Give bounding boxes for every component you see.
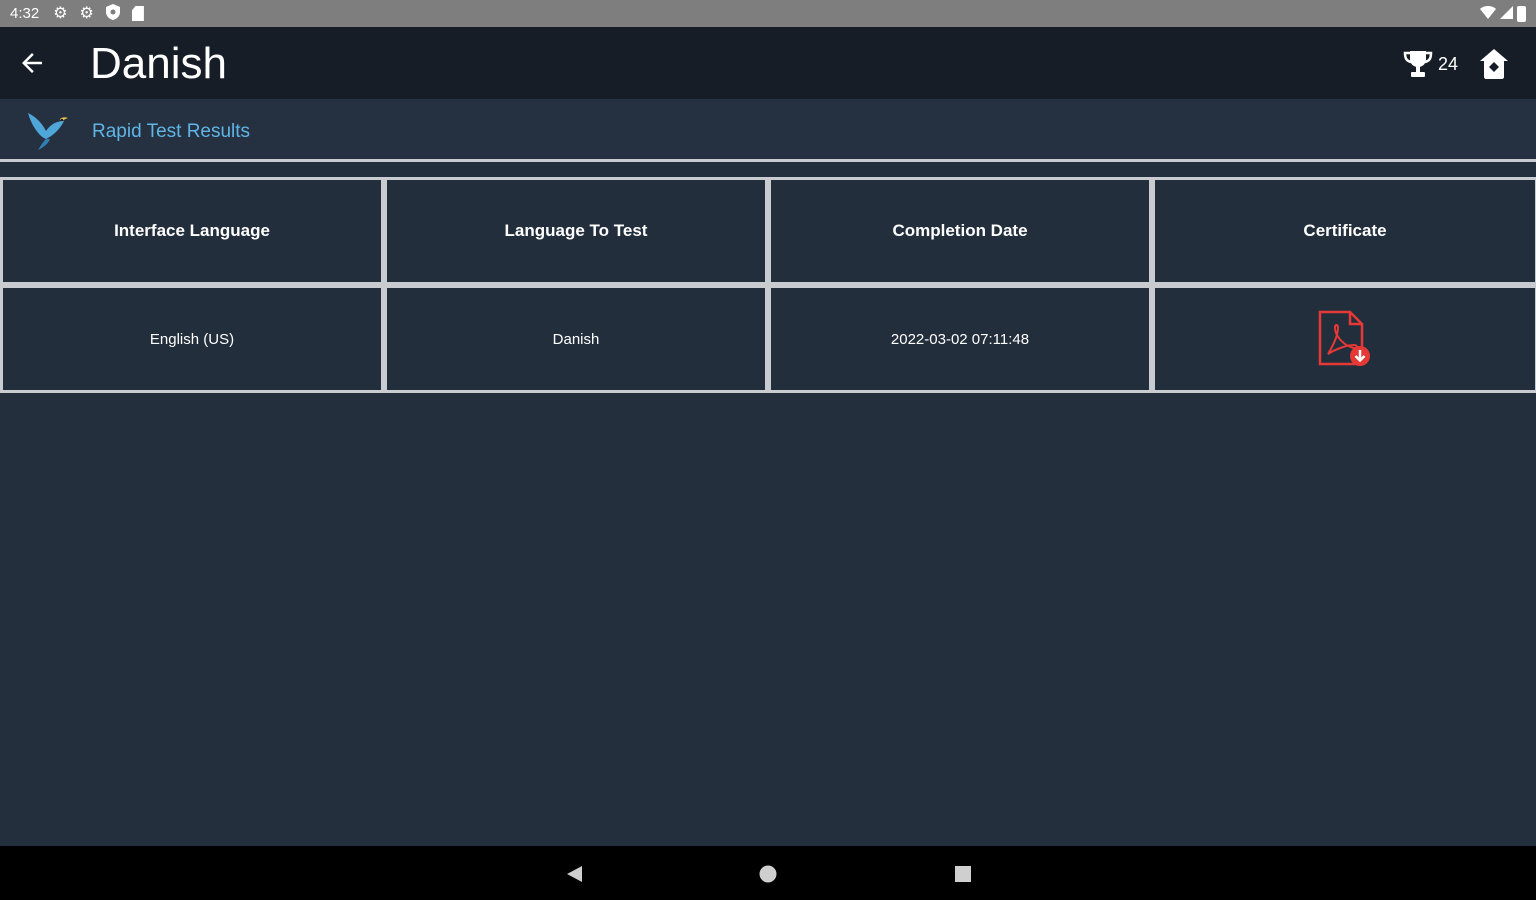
home-button[interactable]: [1476, 46, 1512, 82]
status-system-icons: [1480, 5, 1526, 22]
cell-language-to-test: Danish: [387, 288, 765, 390]
cell-interface-language: English (US): [3, 288, 381, 390]
app-screen: 4:32 ⚙ ⚙ Danish 24 Rapid Test Results In…: [0, 0, 1536, 900]
column-header-certificate: Certificate: [1155, 180, 1535, 282]
cell-certificate: [1155, 288, 1535, 390]
nav-home-button[interactable]: [754, 860, 782, 888]
status-time: 4:32: [10, 5, 40, 22]
column-header-interface-language: Interface Language: [3, 180, 381, 282]
subheader: Rapid Test Results: [0, 99, 1536, 159]
arrow-back-icon: [22, 53, 42, 73]
certificate-download-button[interactable]: [1316, 310, 1374, 368]
column-header-completion-date: Completion Date: [771, 180, 1149, 282]
settings-gear-icon: ⚙: [53, 4, 68, 22]
back-button[interactable]: [14, 45, 50, 81]
section-title: Rapid Test Results: [92, 121, 251, 142]
triangle-back-icon: [567, 866, 582, 882]
home-icon: [1480, 49, 1508, 79]
nav-back-button[interactable]: [560, 860, 588, 888]
circle-home-icon: [759, 865, 777, 883]
trophy-icon: [1403, 51, 1433, 77]
results-table: Interface Language Language To Test Comp…: [0, 177, 1536, 393]
square-recents-icon: [955, 866, 971, 882]
divider: [0, 159, 1536, 162]
sd-card-icon: [131, 6, 144, 21]
status-notification-icons: ⚙ ⚙: [53, 3, 144, 24]
shield-icon: [105, 3, 120, 24]
status-bar: 4:32 ⚙ ⚙: [0, 0, 1536, 27]
bird-logo-icon: [28, 113, 68, 150]
pdf-download-icon: [1318, 310, 1370, 366]
cell-completion-date: 2022-03-02 07:11:48: [771, 288, 1149, 390]
cell-signal-icon: [1500, 5, 1513, 22]
column-header-language-to-test: Language To Test: [387, 180, 765, 282]
trophy-score-button[interactable]: 24: [1402, 47, 1458, 81]
system-nav-bar: [0, 846, 1536, 900]
nav-recents-button[interactable]: [949, 860, 977, 888]
wifi-icon: [1480, 5, 1496, 22]
app-bar: Danish 24: [0, 27, 1536, 99]
settings-gear-icon-2: ⚙: [79, 4, 94, 22]
battery-icon: [1517, 5, 1526, 22]
trophy-count: 24: [1438, 53, 1459, 74]
page-title: Danish: [90, 39, 227, 88]
